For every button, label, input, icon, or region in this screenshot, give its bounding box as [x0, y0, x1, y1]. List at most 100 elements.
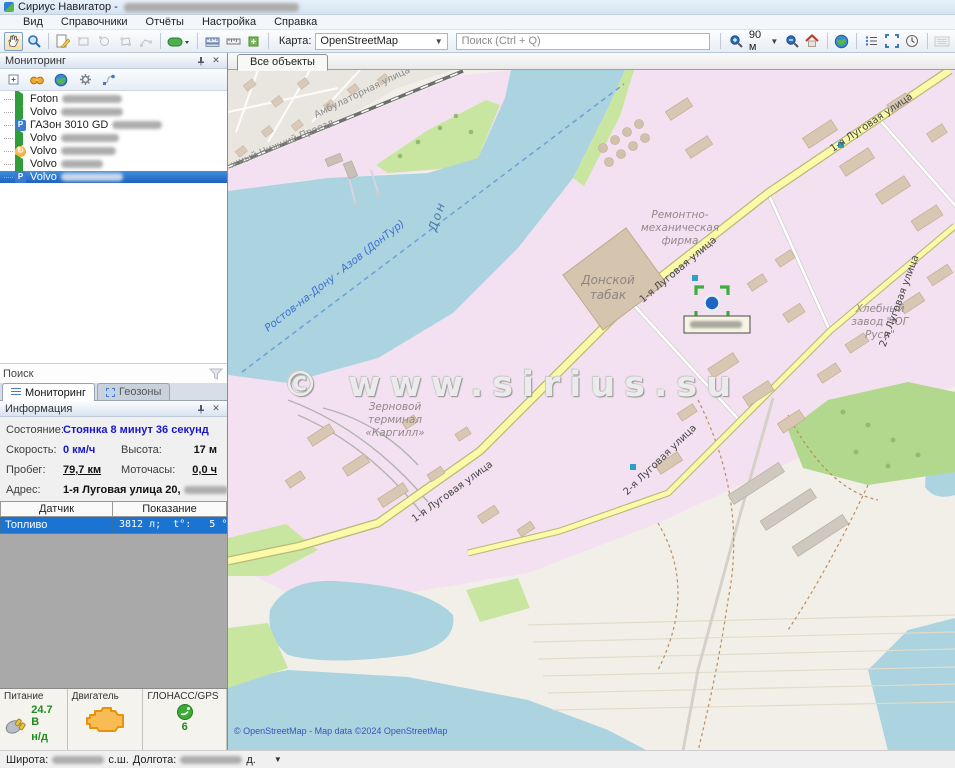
motohours-value[interactable]: 0,0 ч [173, 464, 221, 476]
map-globe-button[interactable] [832, 32, 851, 51]
menu-reports[interactable]: Отчёты [137, 16, 193, 28]
menu-help[interactable]: Справка [265, 16, 326, 28]
geozone-line-tool[interactable] [136, 32, 155, 51]
sensor-col-value[interactable]: Показание [113, 502, 227, 517]
altitude-label: Высота: [121, 444, 173, 456]
satellites-icon [176, 703, 194, 721]
pin-panel-icon[interactable] [195, 55, 207, 67]
polyline-tool-icon [139, 35, 152, 48]
close-panel-icon[interactable]: ✕ [210, 403, 222, 415]
vehicle-name: Volvo [30, 158, 57, 170]
globe-icon [834, 34, 849, 49]
svg-text:Донской: Донской [580, 273, 635, 287]
expand-icon [8, 74, 19, 85]
redacted-plate [62, 95, 122, 103]
menu-directories[interactable]: Справочники [52, 16, 137, 28]
track-color-button[interactable] [166, 32, 192, 51]
engine-title: Двигатель [72, 691, 139, 702]
zoom-in-button[interactable] [726, 32, 745, 51]
latitude-label: Широта: [6, 754, 48, 766]
vehicle-name: Foton [30, 93, 58, 105]
menu-settings[interactable]: Настройка [193, 16, 265, 28]
geozone-polygon-tool[interactable] [116, 32, 135, 51]
close-panel-icon[interactable]: ✕ [210, 55, 222, 67]
mileage-value[interactable]: 79,7 км [63, 464, 121, 476]
ruler-icon [205, 35, 220, 48]
pan-tool-button[interactable] [4, 32, 23, 51]
zoom-out-button[interactable] [782, 32, 801, 51]
show-on-map-button[interactable] [52, 71, 70, 88]
vehicle-row[interactable]: Foton [0, 93, 227, 105]
keyboard-icon [934, 36, 950, 47]
redacted-plate [61, 173, 123, 181]
fit-bounds-button[interactable] [882, 32, 901, 51]
longitude-units: д. [246, 754, 255, 766]
vehicle-row[interactable]: ↻ Volvo [0, 145, 227, 157]
tab-geozones[interactable]: Геозоны [97, 383, 170, 400]
vehicle-row-selected[interactable]: P Volvo [0, 171, 227, 183]
filter-icon[interactable] [208, 367, 224, 381]
sensor-value: 3812 л; t°: 5 °C [113, 517, 227, 533]
ruler-button[interactable] [203, 32, 222, 51]
application-window: Сириус Навигатор - Вид Справочники Отчёт… [0, 0, 955, 768]
info-panel-header: Информация ✕ [0, 401, 227, 417]
sensor-row-fuel[interactable]: Топливо 3812 л; t°: 5 °C [1, 517, 227, 533]
vehicle-name: Volvo [30, 145, 57, 157]
gps-title: ГЛОНАСС/GPS [147, 691, 222, 702]
map-select-label: Карта: [279, 35, 312, 47]
vehicle-row[interactable]: Volvo [0, 132, 227, 144]
global-search-input[interactable] [456, 33, 711, 50]
home-icon [805, 34, 819, 48]
vehicle-row[interactable]: P ГАЗон 3010 GD [0, 119, 227, 131]
tab-all-objects[interactable]: Все объекты [237, 54, 328, 71]
panel-tabs: Мониторинг Геозоны [0, 383, 227, 401]
empty-sensor-area [0, 533, 227, 689]
power-plug-icon [4, 711, 27, 737]
map-provider-select[interactable]: OpenStreetMap ▼ [315, 33, 447, 50]
monitoring-tab-icon [11, 388, 21, 397]
redacted-plate [61, 160, 103, 168]
svg-text:Ремонтно-: Ремонтно- [651, 209, 708, 221]
find-vehicle-button[interactable] [28, 71, 46, 88]
legend-button[interactable] [862, 32, 881, 51]
vehicle-name: Volvo [30, 106, 57, 118]
pin-panel-icon[interactable] [195, 403, 207, 415]
export-button[interactable] [244, 32, 263, 51]
vehicle-row[interactable]: Volvo [0, 158, 227, 170]
geozone-rect-tool[interactable] [75, 32, 94, 51]
settings-button[interactable] [76, 71, 94, 88]
sensor-col-name[interactable]: Датчик [1, 502, 113, 517]
track-route-button[interactable] [100, 71, 118, 88]
edit-geozone-button[interactable] [54, 32, 73, 51]
vehicle-tree: Foton Volvo P ГАЗон 3010 GD Volvo ↻ Volv… [0, 91, 227, 363]
history-time-button[interactable] [903, 32, 922, 51]
green-track-icon [167, 35, 191, 48]
geozones-tab-icon [106, 388, 115, 397]
redacted-address [184, 486, 228, 494]
expand-all-button[interactable] [4, 71, 22, 88]
gps-satellites-count: 6 [182, 721, 188, 733]
state-value: Стоянка 8 минут 36 секунд [63, 424, 221, 436]
map-canvas[interactable]: Дон Ростов-на-Дону - Азов (ДонТур) Амбул… [228, 70, 955, 750]
zoom-in-icon [729, 34, 743, 48]
redacted-latitude [52, 756, 104, 764]
home-button[interactable] [803, 32, 822, 51]
route-icon [102, 74, 116, 86]
gauges-row: Питание 24.7 В н/д Двигатель [0, 688, 227, 750]
distance-button[interactable] [224, 32, 243, 51]
globe-green-icon [54, 73, 68, 87]
measure-icon [226, 35, 241, 48]
keyboard-button[interactable] [933, 32, 952, 51]
chevron-down-icon: ▼ [770, 37, 778, 46]
menu-view[interactable]: Вид [14, 16, 52, 28]
sensor-table: Датчик Показание Топливо 3812 л; t°: 5 °… [0, 501, 227, 533]
vehicle-filter-input[interactable] [3, 368, 208, 380]
zoom-tool-button[interactable] [25, 32, 44, 51]
vehicle-row[interactable]: Volvo [0, 106, 227, 118]
tab-monitoring[interactable]: Мониторинг [2, 383, 95, 401]
coords-format-dropdown[interactable]: ▼ [274, 755, 282, 764]
svg-text:табак: табак [590, 288, 627, 302]
redacted-title-text [124, 3, 299, 12]
geozone-circle-tool[interactable] [95, 32, 114, 51]
map-scale-select[interactable]: 90 м ▼ [746, 28, 782, 54]
